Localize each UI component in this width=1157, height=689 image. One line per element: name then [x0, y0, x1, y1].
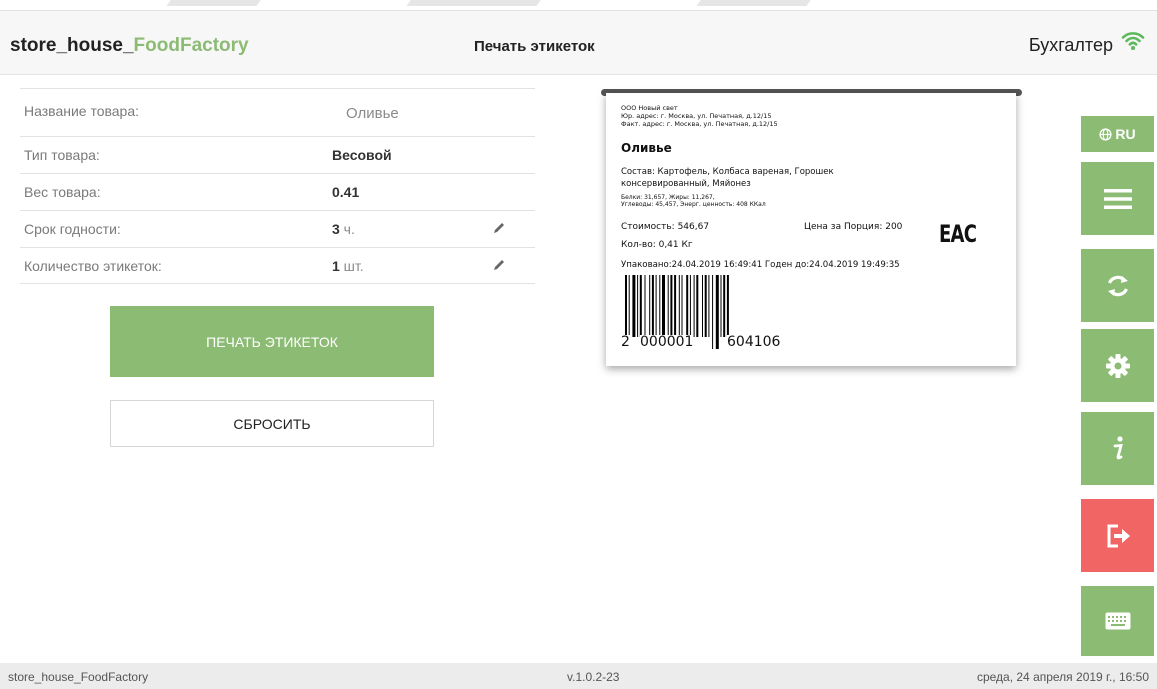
barcode-bar — [723, 275, 726, 337]
barcode-bar — [712, 275, 714, 349]
barcode-bar — [686, 275, 689, 337]
barcode-bar — [696, 275, 699, 337]
page-title: Печать этикеток — [474, 38, 595, 55]
shelf-life-value: 3 ч. — [332, 221, 355, 237]
barcode-digits-left: 000001 — [640, 334, 694, 350]
shelf-life-label: Срок годности: — [24, 221, 121, 237]
barcode-bar — [667, 275, 669, 337]
logout-icon — [1107, 524, 1130, 547]
language-label: RU — [1115, 126, 1136, 142]
label-product-name: Оливье — [621, 141, 672, 155]
watermark-stroke — [166, 0, 264, 6]
wifi-icon — [1121, 32, 1145, 50]
label-count-label: Количество этикеток: — [24, 258, 162, 274]
app-logo[interactable]: store_house_FoodFactory — [10, 35, 249, 57]
barcode-bar — [715, 275, 719, 349]
app-header: store_house_FoodFactory Печать этикеток … — [0, 10, 1157, 75]
weight-label: Вес товара: — [24, 184, 101, 200]
weight-value: 0.41 — [332, 184, 360, 200]
row-shelf-life: Срок годности: 3 ч. — [20, 210, 535, 247]
barcode-bar — [702, 275, 703, 337]
language-button[interactable]: RU — [1081, 116, 1154, 152]
label-packed-expires: Упаковано:24.04.2019 16:49:41 Годен до:2… — [621, 260, 900, 270]
label-quantity: Кол-во: 0,41 Кг — [621, 240, 693, 250]
barcode-bar — [637, 275, 639, 337]
label-portion-price: Цена за Порция: 200 — [804, 222, 903, 232]
refresh-icon — [1107, 275, 1128, 296]
barcode-bar — [689, 275, 691, 337]
label-count-value: 1 шт. — [332, 258, 364, 274]
label-nutrition-line1: Белки: 31,657, Жиры: 11,267, — [621, 194, 715, 201]
barcode-digit-first: 2 — [621, 334, 630, 350]
barcode-bar — [674, 275, 677, 337]
watermark-stroke — [406, 0, 544, 6]
label-cost: Стоимость: 546,67 — [621, 222, 710, 232]
row-product-name: Название товара: Оливье — [20, 88, 535, 136]
app-name-accent: FoodFactory — [133, 35, 249, 56]
barcode-bar — [655, 275, 657, 337]
footer-version: v.1.0.2-23 — [567, 670, 620, 684]
barcode: 2 000001 604106 — [621, 275, 811, 349]
barcode-bar — [704, 275, 707, 337]
globe-icon — [1099, 127, 1112, 141]
shelf-life-unit: ч. — [339, 221, 355, 237]
row-label-count: Количество этикеток: 1 шт. — [20, 247, 535, 284]
settings-button[interactable] — [1081, 329, 1154, 402]
barcode-bar — [670, 275, 673, 337]
barcode-bar — [693, 275, 695, 337]
barcode-digits-right: 604106 — [727, 334, 781, 350]
product-form: Название товара: Оливье Тип товара: Весо… — [20, 88, 535, 284]
barcode-bar — [662, 275, 665, 337]
product-name-label: Название товара: — [24, 103, 140, 119]
product-type-value: Весовой — [332, 147, 392, 163]
barcode-bar — [639, 275, 642, 337]
row-product-type: Тип товара: Весовой — [20, 136, 535, 173]
status-bar: store_house_FoodFactory v.1.0.2-23 среда… — [0, 663, 1157, 689]
info-button[interactable] — [1081, 412, 1154, 485]
product-name-value: Оливье — [346, 105, 399, 122]
barcode-bar — [651, 275, 654, 337]
barcode-bar — [659, 275, 661, 337]
watermark-stroke — [696, 0, 814, 6]
keyboard-icon — [1105, 612, 1130, 630]
barcode-bar — [681, 275, 683, 337]
info-icon — [1113, 435, 1123, 459]
edit-label-count-icon[interactable] — [492, 258, 506, 272]
label-nutrition-line2: Углеводы: 45,457, Энерг. ценность: 408 К… — [621, 201, 766, 208]
barcode-bar — [726, 275, 729, 337]
footer-date: среда, 24 апреля 2019 г., 16:50 — [976, 670, 1149, 684]
menu-icon — [1103, 188, 1132, 209]
product-type-label: Тип товара: — [24, 147, 100, 163]
eac-mark: EAC — [939, 220, 977, 248]
label-nutrition: Белки: 31,657, Жиры: 11,267, Углеводы: 4… — [621, 194, 766, 208]
refresh-button[interactable] — [1081, 249, 1154, 322]
print-labels-button[interactable]: ПЕЧАТЬ ЭТИКЕТОК — [110, 306, 434, 377]
barcode-bar — [708, 275, 710, 337]
menu-button[interactable] — [1081, 162, 1154, 235]
label-count-unit: шт. — [339, 258, 364, 274]
label-count-number: 1 — [332, 258, 340, 274]
row-weight: Вес товара: 0.41 — [20, 173, 535, 210]
barcode-bar — [632, 275, 636, 337]
edit-shelf-life-icon[interactable] — [492, 221, 506, 235]
keyboard-button[interactable] — [1081, 586, 1154, 656]
barcode-bar — [649, 275, 651, 337]
barcode-bar — [678, 275, 680, 337]
label-composition: Состав: Картофель, Колбаса вареная, Горо… — [621, 167, 834, 189]
footer-app-name: store_house_FoodFactory — [8, 670, 149, 684]
reset-button[interactable]: СБРОСИТЬ — [110, 400, 434, 447]
top-decoration — [0, 0, 1157, 10]
user-name[interactable]: Бухгалтер — [1029, 35, 1113, 56]
label-preview: ООО Новый свет Юр. адрес: г. Москва, ул.… — [606, 93, 1016, 366]
shelf-life-number: 3 — [332, 221, 340, 237]
gear-icon — [1105, 353, 1130, 378]
app-name: store_house_ — [10, 35, 134, 56]
label-actual-address: Факт. адрес: г. Москва, ул. Печатная, д.… — [621, 120, 778, 128]
barcode-bar — [720, 275, 722, 337]
logout-button[interactable] — [1081, 499, 1154, 572]
barcode-bar — [644, 275, 646, 337]
